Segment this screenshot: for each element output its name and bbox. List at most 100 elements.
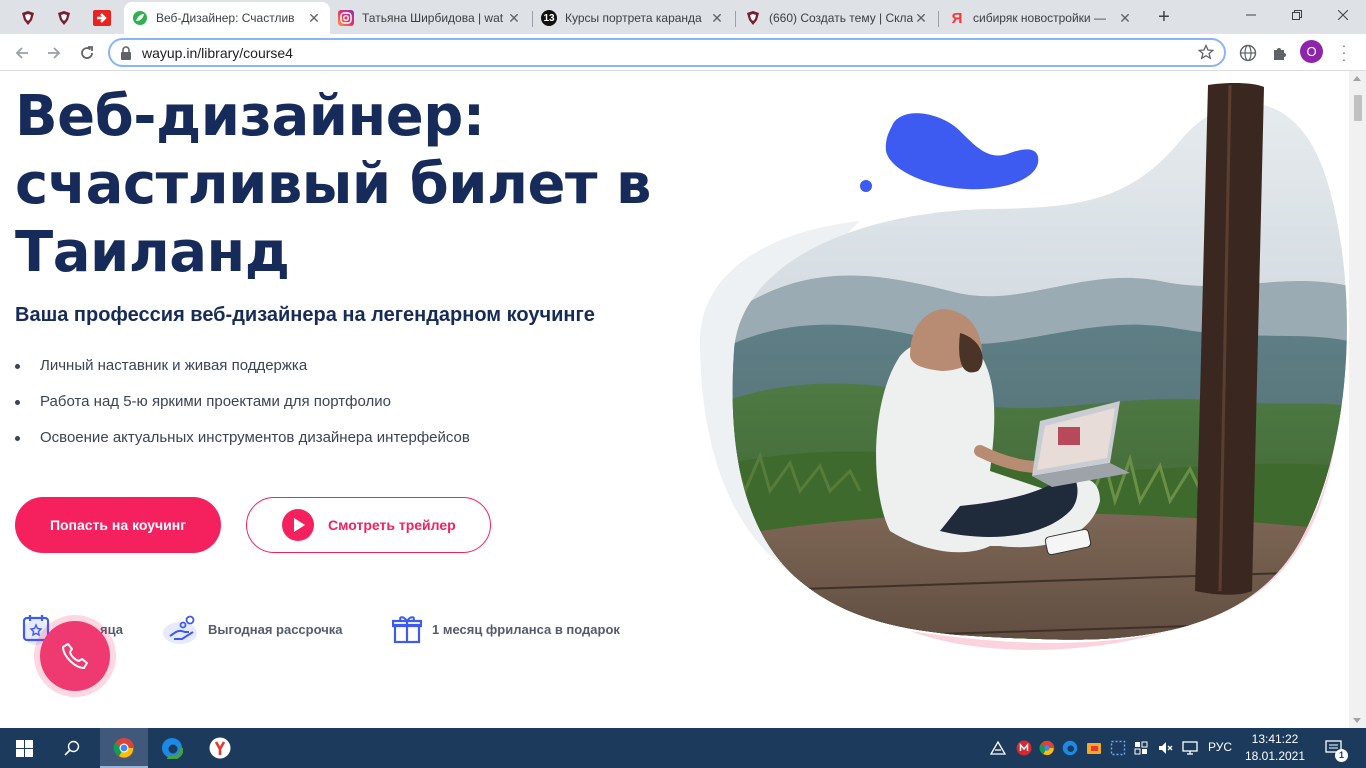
tray-app-2[interactable]	[1014, 728, 1034, 768]
clock-date: 18.01.2021	[1244, 749, 1306, 763]
list-item: Работа над 5-ю яркими проектами для порт…	[15, 393, 470, 429]
search-icon	[64, 740, 80, 756]
close-icon[interactable]: ✕	[506, 10, 522, 27]
phone-icon	[62, 643, 88, 669]
yandex-browser-icon	[209, 737, 231, 759]
close-icon[interactable]: ✕	[709, 10, 725, 27]
restore-button[interactable]	[1274, 0, 1320, 30]
yandex-icon: Я	[951, 9, 963, 27]
tray-app-3[interactable]	[1084, 728, 1104, 768]
call-button[interactable]	[34, 615, 116, 697]
reload-button[interactable]	[73, 39, 101, 67]
tab-title: сибиряк новостройки —	[973, 11, 1106, 25]
tab-title: Курсы портрета каранда	[565, 11, 702, 25]
play-icon	[282, 509, 314, 541]
bullet-icon	[15, 400, 20, 405]
blue-blob-shape	[885, 113, 1039, 190]
edge-icon	[161, 737, 183, 759]
taskbar-yandex-browser[interactable]	[196, 728, 244, 768]
folder-icon	[1087, 743, 1101, 754]
pinned-tab-3[interactable]	[86, 4, 118, 32]
tray-edge[interactable]	[1060, 728, 1080, 768]
feature-text: Работа над 5-ю яркими проектами для порт…	[40, 393, 391, 410]
tab-separator	[735, 11, 736, 27]
close-icon[interactable]: ✕	[306, 10, 322, 27]
brand-icon	[58, 11, 70, 25]
profile-avatar[interactable]: O	[1300, 40, 1323, 63]
pinned-tab-1[interactable]	[12, 4, 44, 32]
bullet-icon	[15, 364, 20, 369]
close-icon	[1338, 10, 1348, 20]
volume-muted-icon	[1159, 742, 1173, 754]
new-tab-button[interactable]: +	[1152, 6, 1176, 30]
tray-screenshot[interactable]	[1108, 728, 1128, 768]
brand-icon	[22, 11, 34, 25]
search-button[interactable]	[48, 728, 96, 768]
taskbar-chrome[interactable]	[100, 728, 148, 768]
mega-icon	[1016, 740, 1032, 756]
tab-title: (660) Создать тему | Скла	[769, 11, 913, 25]
page-scrollbar[interactable]	[1349, 71, 1366, 728]
tab-0[interactable]: Веб-Дизайнер: Счастлив ✕	[124, 2, 330, 34]
browser-tab-bar: Веб-Дизайнер: Счастлив ✕ Татьяна Ширбидо…	[0, 0, 1366, 34]
watch-trailer-label: Смотреть трейлер	[328, 517, 456, 533]
lock-icon	[121, 46, 131, 60]
windows-taskbar: РУС 13:41:22 18.01.2021 1	[0, 728, 1366, 768]
edge-icon	[1062, 740, 1078, 756]
browser-menu-icon[interactable]: · · ·	[1334, 38, 1354, 66]
volume-control[interactable]	[1155, 728, 1175, 768]
chrome-icon	[113, 738, 134, 758]
join-coaching-button[interactable]: Попасть на коучинг	[15, 497, 221, 553]
bookmark-star-icon[interactable]	[1198, 44, 1214, 60]
close-icon[interactable]: ✕	[1117, 10, 1133, 27]
page-title-line: счастливый билет в	[15, 152, 651, 217]
scroll-up-icon[interactable]	[1353, 76, 1361, 81]
bullet-icon	[15, 436, 20, 441]
perk-installments: Выгодная рассрочка	[162, 609, 343, 649]
hero-illustration	[700, 83, 1347, 650]
extensions-button[interactable]	[1268, 41, 1292, 65]
network-icon	[1182, 741, 1198, 755]
notification-count-badge: 1	[1335, 749, 1348, 762]
page-title-line: Таиланд	[15, 220, 290, 285]
hero-subtitle: Ваша профессия веб-дизайнера на легендар…	[15, 304, 595, 326]
minimize-button[interactable]	[1228, 0, 1274, 30]
tab-4[interactable]: Я сибиряк новостройки — ✕	[941, 4, 1141, 32]
scroll-thumb[interactable]	[1354, 95, 1362, 121]
close-icon[interactable]: ✕	[913, 10, 929, 27]
tray-app-4[interactable]	[1131, 728, 1151, 768]
arrow-left-icon	[15, 47, 28, 59]
tab-3[interactable]: (660) Создать тему | Скла ✕	[737, 4, 937, 32]
pinned-tab-2[interactable]	[48, 4, 80, 32]
globe-icon	[1239, 44, 1257, 62]
browser-toolbar: wayup.in/library/course4	[0, 34, 1366, 71]
notification-center[interactable]: 1	[1320, 728, 1348, 768]
forward-button[interactable]	[40, 39, 68, 67]
translate-extension[interactable]	[1236, 41, 1260, 65]
tab-badge-icon: 13	[541, 10, 557, 26]
start-button[interactable]	[0, 728, 48, 768]
list-item: Личный наставник и живая поддержка	[15, 357, 470, 393]
call-button-inner	[40, 621, 110, 691]
close-window-button[interactable]	[1320, 0, 1366, 30]
feature-text: Освоение актуальных инструментов дизайне…	[40, 429, 470, 446]
tray-app-1[interactable]	[988, 728, 1008, 768]
drive-icon	[990, 741, 1006, 755]
tab-1[interactable]: Татьяна Ширбидова | wat ✕	[330, 4, 530, 32]
app-grid-icon	[1134, 741, 1148, 755]
tab-2[interactable]: 13 Курсы портрета каранда ✕	[533, 4, 733, 32]
brand-icon	[745, 10, 761, 26]
arrow-right-icon	[48, 47, 61, 59]
network-status[interactable]	[1180, 728, 1202, 768]
scroll-down-icon[interactable]	[1353, 718, 1361, 723]
system-clock[interactable]: 13:41:22 18.01.2021	[1240, 731, 1310, 765]
address-bar[interactable]: wayup.in/library/course4	[108, 38, 1226, 67]
watch-trailer-button[interactable]: Смотреть трейлер	[246, 497, 491, 553]
tray-chrome[interactable]	[1037, 728, 1057, 768]
puzzle-icon	[1274, 48, 1286, 60]
back-button[interactable]	[8, 39, 36, 67]
input-language[interactable]: РУС	[1208, 740, 1232, 754]
perk-label: 1 месяц фриланса в подарок	[432, 621, 620, 637]
taskbar-edge[interactable]	[148, 728, 196, 768]
tab-title: Татьяна Ширбидова | wat	[362, 11, 504, 25]
